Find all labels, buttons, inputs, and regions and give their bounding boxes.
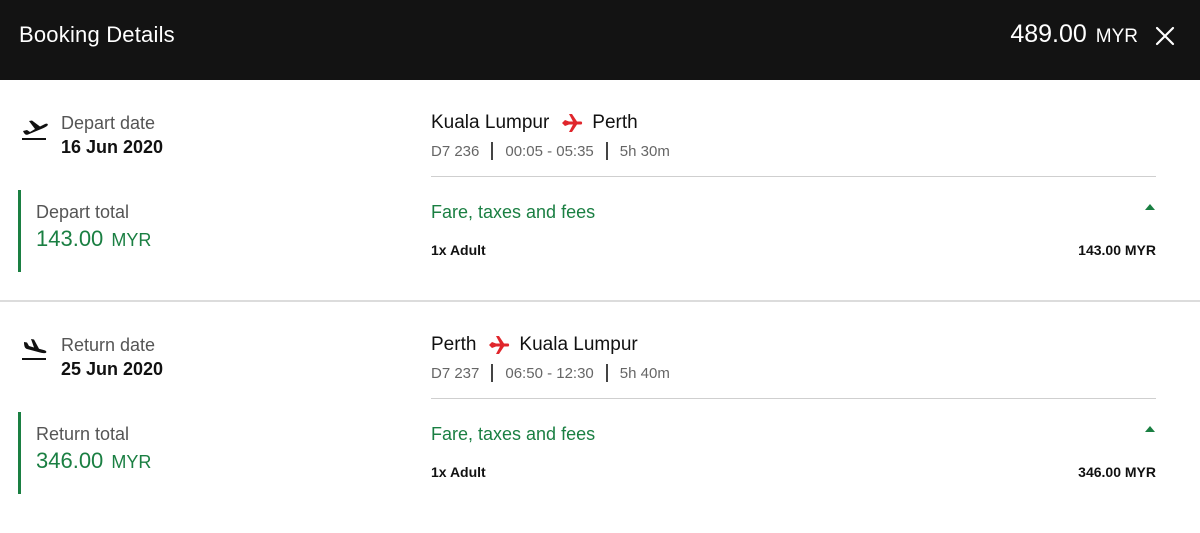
chevron-up-icon[interactable] [1145,204,1155,210]
booking-total: 489.00 MYR [1010,20,1138,49]
depart-section: Depart date 16 Jun 2020 Depart total 143… [0,80,1200,300]
booking-header: Booking Details 489.00 MYR [0,0,1200,80]
page-title: Booking Details [19,22,175,47]
depart-total-block: Depart total 143.00 MYR [18,190,318,272]
return-route: Perth Kuala Lumpur [431,334,638,356]
separator [605,364,608,382]
depart-flight-number: D7 236 [431,142,480,160]
depart-destination: Perth [592,112,638,133]
depart-date-label: Depart date [61,113,156,133]
return-destination: Kuala Lumpur [519,334,638,355]
return-total-currency: MYR [111,452,152,472]
return-fare-toggle[interactable]: Fare, taxes and fees [431,424,595,445]
plane-landing-icon [22,339,47,360]
return-section: Return date 25 Jun 2020 Return total 346… [0,302,1200,533]
return-total-label: Return total [36,424,130,444]
close-icon[interactable] [1154,25,1176,47]
plane-icon [562,114,583,132]
depart-passenger-price: 143.00 MYR [1078,242,1156,258]
booking-total-currency: MYR [1095,26,1138,47]
depart-fare-toggle[interactable]: Fare, taxes and fees [431,202,595,223]
return-total-block: Return total 346.00 MYR [18,412,318,494]
depart-route: Kuala Lumpur Perth [431,112,638,134]
return-flight-meta: D7 237 06:50 - 12:30 5h 40m [431,364,670,382]
return-passenger: 1x Adult [431,464,486,480]
depart-date: 16 Jun 2020 [61,137,164,157]
return-total-value: 346.00 MYR [36,448,151,474]
depart-passenger: 1x Adult [431,242,486,258]
return-flight-time: 06:50 - 12:30 [505,364,594,382]
depart-flight-duration: 5h 30m [619,142,670,160]
separator [605,142,608,160]
plane-icon [489,336,510,354]
return-origin: Perth [431,334,477,355]
return-flight-number: D7 237 [431,364,480,382]
depart-flight-time: 00:05 - 05:35 [505,142,594,160]
return-date-label: Return date [61,335,156,355]
return-total-amount: 346.00 [36,448,104,473]
separator [491,142,494,160]
plane-takeoff-icon [22,120,48,140]
booking-total-amount: 489.00 [1010,20,1087,48]
return-flight-duration: 5h 40m [619,364,670,382]
depart-divider [431,176,1156,177]
chevron-up-icon[interactable] [1145,426,1155,432]
depart-flight-meta: D7 236 00:05 - 05:35 5h 30m [431,142,670,160]
depart-total-label: Depart total [36,202,130,222]
depart-total-value: 143.00 MYR [36,226,151,252]
depart-origin: Kuala Lumpur [431,112,550,133]
return-divider [431,398,1156,399]
separator [491,364,494,382]
depart-total-currency: MYR [111,230,152,250]
depart-total-amount: 143.00 [36,226,104,251]
return-passenger-price: 346.00 MYR [1078,464,1156,480]
return-date: 25 Jun 2020 [61,359,164,379]
